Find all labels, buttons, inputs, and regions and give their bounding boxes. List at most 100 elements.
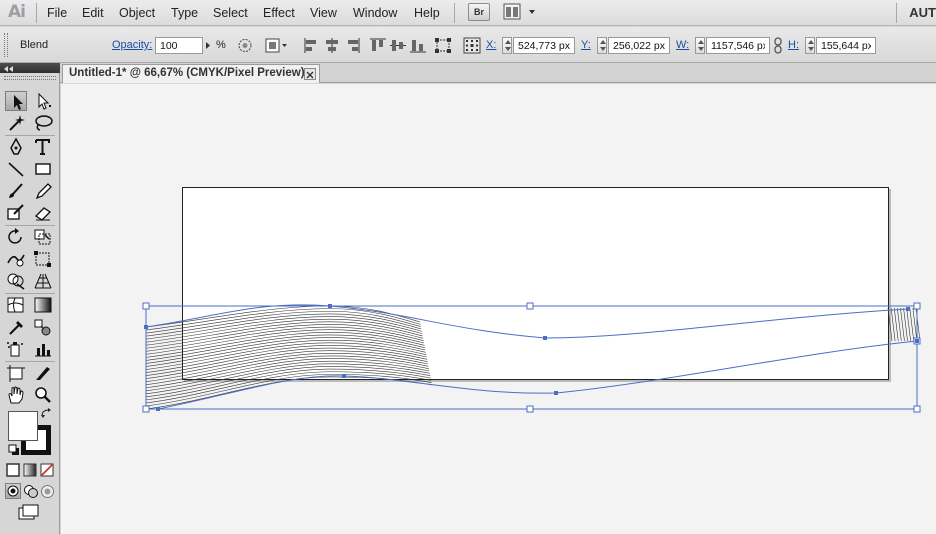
menu-view[interactable]: View [310,6,337,20]
warp-tool[interactable] [5,249,27,269]
artboard-icon [7,365,25,382]
anchor-point [543,336,547,340]
rotate-tool[interactable] [5,227,27,247]
blend-tool[interactable] [32,317,54,337]
constrain-proportions-button[interactable] [772,37,784,54]
scale-tool[interactable] [32,227,54,247]
blend-step-line [145,337,426,364]
align-to-button[interactable] [264,37,290,54]
color-mode-button[interactable] [6,463,20,477]
divider [5,361,55,362]
width-input[interactable] [706,37,770,54]
paintbrush-tool[interactable] [5,181,27,201]
align-right-button[interactable] [343,37,361,54]
zoom-tool[interactable] [32,385,54,405]
align-vertical-center-button[interactable] [389,37,407,54]
menu-effect[interactable]: Effect [263,6,295,20]
menu-window[interactable]: Window [353,6,397,20]
pen-tool[interactable] [5,137,27,157]
align-left-button[interactable] [303,37,321,54]
width-stepper[interactable] [695,37,705,54]
type-tool[interactable] [32,137,54,157]
height-label[interactable]: H: [788,39,799,51]
align-bottom-button[interactable] [409,37,427,54]
y-input[interactable] [608,37,670,54]
workspace-switcher[interactable]: AUT [909,5,936,20]
height-input[interactable] [816,37,876,54]
selection-tool[interactable] [5,91,27,111]
app-logo: Ai [8,2,26,22]
lasso-tool[interactable] [32,113,54,133]
shape-builder-tool[interactable] [5,271,27,291]
close-tab-button[interactable] [304,68,316,80]
opacity-dropdown[interactable] [203,37,213,54]
recolor-artwork-button[interactable] [236,37,254,54]
transform-options-button[interactable] [434,37,452,54]
blend-artwork[interactable] [61,84,936,534]
symbol-sprayer-tool[interactable] [5,339,27,359]
artboard-tool[interactable] [5,363,27,383]
screen-mode-button[interactable] [16,503,44,521]
divider [5,135,55,136]
y-stepper[interactable] [597,37,607,54]
blend-icon [34,319,51,336]
none-mode-button[interactable] [40,463,54,477]
menu-select[interactable]: Select [213,6,248,20]
perspective-grid-tool[interactable] [32,271,54,291]
menu-file[interactable]: File [47,6,67,20]
direct-selection-tool[interactable] [32,91,54,111]
eyedropper-tool[interactable] [5,317,27,337]
menu-edit[interactable]: Edit [82,6,104,20]
x-label[interactable]: X: [486,39,496,51]
draw-normal-button[interactable] [5,483,21,499]
mesh-tool[interactable] [5,295,27,315]
height-stepper[interactable] [805,37,815,54]
align-right-icon [348,38,360,53]
fill-swatch[interactable] [8,411,38,441]
gradient-mode-button[interactable] [23,463,37,477]
link-icon [774,37,782,54]
draw-inside-button[interactable] [40,484,55,499]
rectangle-tool[interactable] [32,159,54,179]
menu-help[interactable]: Help [414,6,440,20]
width-label[interactable]: W: [676,39,689,51]
shape-builder-icon [7,273,25,290]
anchor-point [144,325,148,329]
tools-panel-header[interactable] [0,63,60,73]
gradient-tool[interactable] [32,295,54,315]
arrange-documents-button[interactable] [503,3,539,21]
pencil-tool[interactable] [32,181,54,201]
align-horizontal-center-button[interactable] [323,37,341,54]
line-segment-tool[interactable] [5,159,27,179]
none-icon [40,463,54,477]
menu-object[interactable]: Object [119,6,155,20]
opacity-label[interactable]: Opacity: [112,39,152,51]
free-transform-tool[interactable] [32,249,54,269]
rotate-icon [8,228,22,244]
eraser-tool[interactable] [32,203,54,223]
control-bar-grip[interactable] [4,33,8,57]
column-graph-tool[interactable] [32,339,54,359]
hand-tool[interactable] [5,385,27,405]
bridge-button[interactable]: Br [468,3,490,21]
reference-point-button[interactable] [463,37,481,54]
x-input[interactable] [513,37,575,54]
default-fill-stroke-button[interactable] [8,444,20,456]
blob-brush-tool[interactable] [5,203,27,223]
tools-panel-grip[interactable] [4,76,56,80]
magic-wand-tool[interactable] [5,113,27,133]
opacity-input[interactable] [155,37,203,54]
menu-type[interactable]: Type [171,6,198,20]
align-top-button[interactable] [369,37,387,54]
blend-step-line [145,342,427,370]
slice-tool[interactable] [32,363,54,383]
column-graph-icon [35,344,51,357]
document-canvas[interactable] [61,84,936,534]
blend-step-line [145,339,426,367]
tab-untitled-1[interactable]: Untitled-1* @ 66,67% (CMYK/Pixel Preview… [62,64,320,83]
magic-wand-icon [9,115,25,131]
y-label[interactable]: Y: [581,39,591,51]
x-stepper[interactable] [502,37,512,54]
swap-fill-stroke-button[interactable] [40,407,54,421]
draw-behind-button[interactable] [23,484,38,499]
